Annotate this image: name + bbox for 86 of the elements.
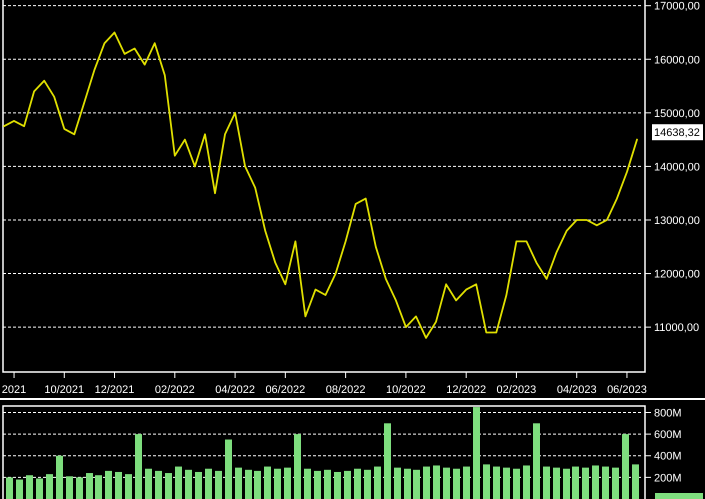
volume-bar	[95, 475, 102, 499]
volume-bar	[254, 470, 261, 499]
volume-bar	[76, 477, 83, 499]
volume-bar	[463, 466, 470, 499]
x-axis-label: 02/2023	[496, 384, 536, 396]
volume-bar	[284, 468, 291, 499]
volume-bar	[413, 470, 420, 499]
volume-bar	[334, 472, 341, 499]
volume-bar	[374, 466, 381, 499]
volume-bar	[513, 468, 520, 499]
volume-bar	[632, 464, 639, 499]
volume-value-tag	[655, 493, 703, 499]
volume-bar	[354, 468, 361, 499]
volume-bar	[46, 474, 53, 499]
volume-bar	[125, 474, 132, 499]
volume-bar	[135, 434, 142, 499]
x-axis-label: 06/2023	[607, 384, 647, 396]
volume-bar	[225, 440, 232, 499]
volume-bar	[145, 468, 152, 499]
x-axis-label: 02/2022	[154, 384, 195, 396]
volume-bar	[602, 466, 609, 499]
volume-bar	[86, 473, 93, 499]
volume-bar	[16, 480, 23, 499]
volume-bar	[364, 470, 371, 499]
volume-bar	[274, 468, 281, 499]
volume-bar	[423, 466, 430, 499]
x-axis-label: 04/2023	[556, 384, 597, 396]
volume-bar	[36, 478, 43, 499]
volume-bar	[523, 465, 530, 499]
volume-bar	[572, 466, 579, 499]
y-axis-label: 11000,00	[654, 322, 700, 334]
y-axis-label: 14000,00	[654, 161, 700, 174]
volume-bar	[622, 434, 629, 499]
volume-bar	[6, 477, 13, 499]
volume-bar	[433, 465, 440, 499]
volume-bar	[115, 472, 122, 499]
volume-bar	[582, 468, 589, 499]
volume-bar	[175, 466, 182, 499]
volume-bar	[483, 464, 490, 499]
y-axis-label: 400M	[654, 450, 682, 463]
volume-bar	[553, 468, 560, 499]
volume-bar	[66, 476, 73, 499]
y-axis-label: 13000,00	[654, 214, 700, 227]
volume-bar	[453, 468, 460, 499]
x-axis-label: 04/2022	[215, 384, 255, 396]
volume-bar	[215, 470, 222, 499]
y-axis-label: 800M	[654, 408, 682, 420]
volume-bar	[245, 470, 252, 499]
x-axis-label: 10/2022	[386, 384, 426, 396]
volume-bar	[592, 465, 599, 499]
y-axis-label: 17000,00	[654, 0, 700, 13]
volume-bar	[165, 473, 172, 499]
last-price-tag: 14638,32	[652, 124, 703, 140]
volume-bar	[205, 468, 212, 499]
volume-bar	[304, 468, 311, 499]
volume-bar	[612, 468, 619, 499]
x-axis-label: 2021	[2, 384, 26, 396]
y-axis-label: 12000,00	[654, 268, 700, 281]
y-axis-label: 16000,00	[654, 54, 700, 66]
volume-bar	[404, 468, 411, 499]
volume-bar	[26, 475, 33, 499]
volume-bar	[394, 468, 401, 499]
volume-bar	[235, 468, 242, 499]
x-axis-label: 12/2022	[446, 384, 486, 396]
volume-bar	[563, 468, 570, 499]
volume-bar	[344, 470, 351, 499]
volume-bar	[503, 468, 510, 499]
y-axis-label: 600M	[654, 429, 682, 442]
volume-bar	[264, 466, 271, 499]
y-axis-label: 15000,00	[654, 108, 700, 120]
y-axis-label: 200M	[654, 472, 682, 484]
volume-bar	[493, 466, 500, 499]
volume-bar	[324, 470, 331, 499]
volume-bar	[543, 466, 550, 499]
x-axis-label: 12/2021	[94, 384, 134, 396]
volume-bar	[294, 434, 301, 499]
volume-bar	[195, 472, 202, 499]
volume-bar	[155, 470, 162, 499]
volume-bar	[56, 456, 63, 499]
x-axis-label: 08/2022	[326, 384, 366, 396]
x-axis-label: 06/2022	[265, 384, 306, 396]
volume-bar	[314, 470, 321, 499]
x-axis-label: 10/2021	[44, 384, 84, 396]
volume-bar	[443, 468, 450, 499]
volume-bar	[185, 470, 192, 499]
volume-bar	[105, 470, 112, 499]
